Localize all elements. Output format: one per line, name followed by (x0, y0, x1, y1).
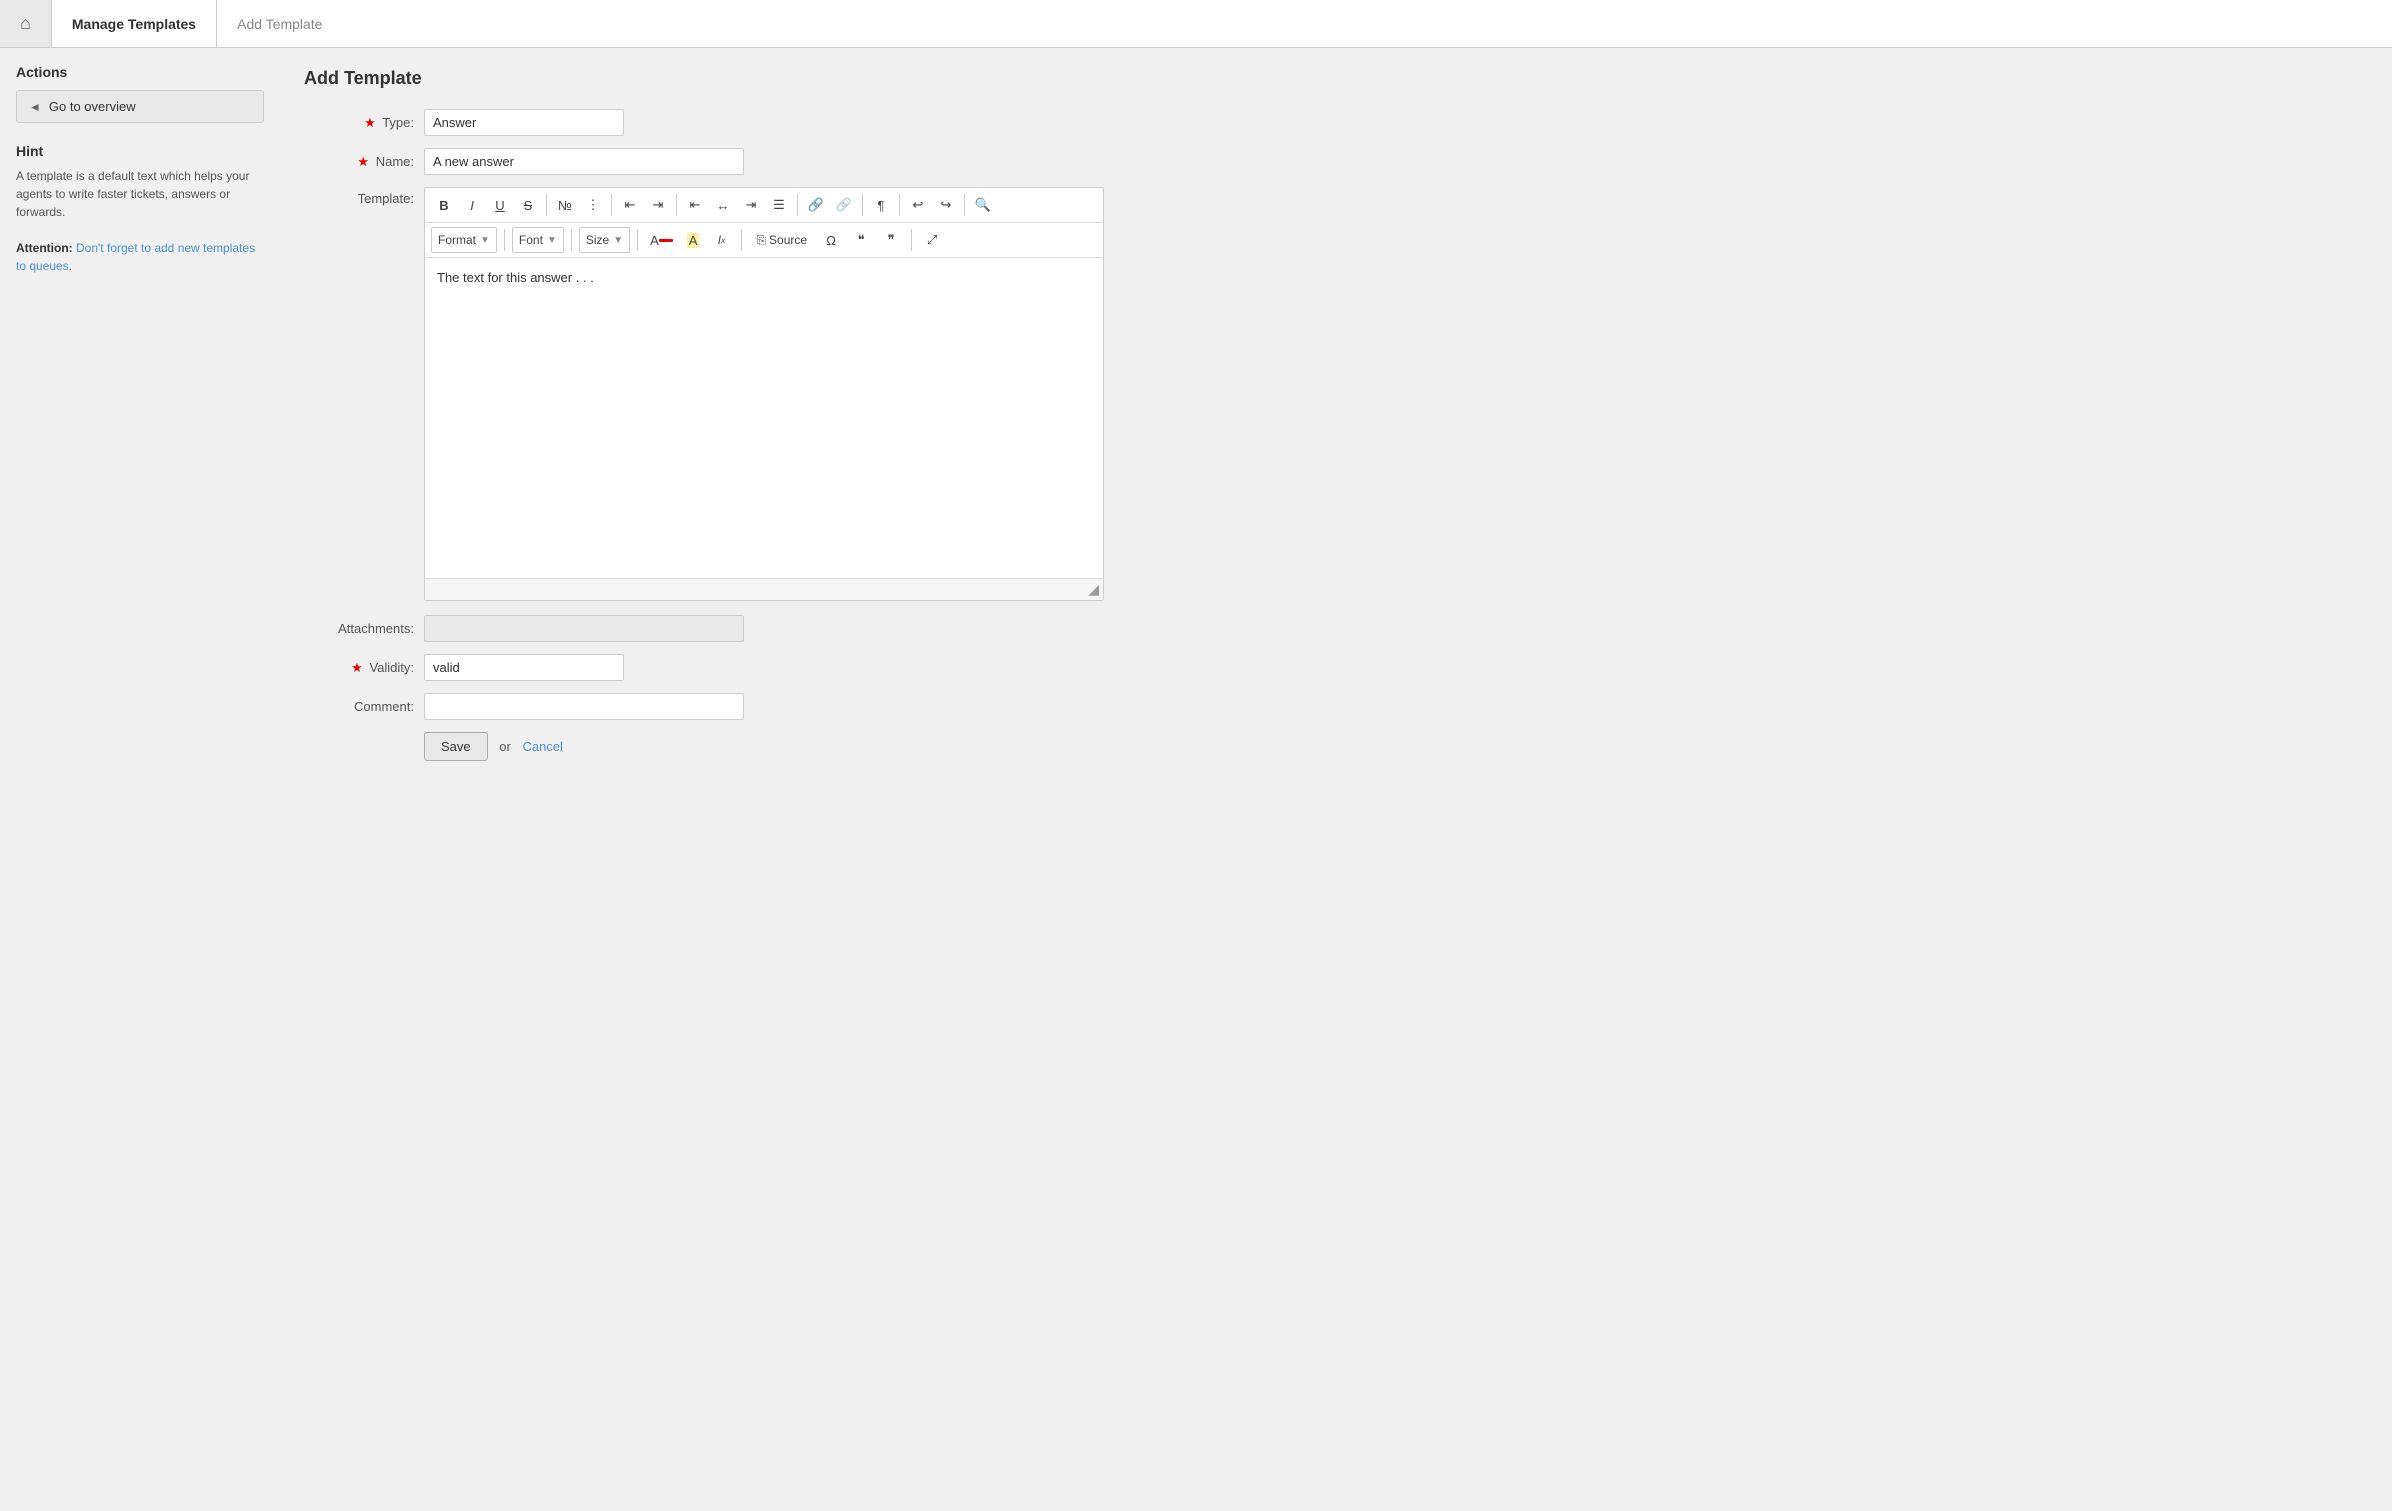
editor-container: B I U S № ⋮ ⇤ ⇥ ⇤ ↔ ⇥ ☰ 🔗 (424, 187, 1104, 601)
toolbar-sep-6 (899, 194, 900, 216)
attachments-input[interactable] (424, 615, 744, 642)
font-dropdown-arrow: ▼ (547, 235, 557, 246)
omega-button[interactable]: Ω (818, 227, 844, 253)
toolbar-sep-11 (741, 229, 742, 251)
editor-body[interactable]: The text for this answer . . . (425, 258, 1103, 578)
home-icon: ⌂ (20, 13, 31, 34)
template-row: Template: B I U S № ⋮ ⇤ ⇥ ⇤ ↔ ⇥ (304, 187, 2368, 601)
ordered-list-button[interactable]: № (552, 192, 578, 218)
name-input[interactable] (424, 148, 744, 175)
bold-button[interactable]: B (431, 192, 457, 218)
double-quote-button[interactable]: ❞ (878, 227, 904, 253)
unordered-list-button[interactable]: ⋮ (580, 192, 606, 218)
underline-button[interactable]: U (487, 192, 513, 218)
toolbar-sep-10 (637, 229, 638, 251)
form-actions: Save or Cancel (304, 732, 2368, 761)
block-button[interactable]: ¶ (868, 192, 894, 218)
type-row: ★ Type: (304, 109, 2368, 136)
sidebar: Actions ◄ Go to overview Hint A template… (0, 48, 280, 1511)
comment-input[interactable] (424, 693, 744, 720)
name-label: ★ Name: (304, 154, 424, 170)
actions-title: Actions (16, 64, 264, 80)
breadcrumb: ⌂ Manage Templates Add Template (0, 0, 2392, 48)
editor-toolbar-row2: Format ▼ Font ▼ Size ▼ A (425, 223, 1103, 258)
attachments-row: Attachments: (304, 615, 2368, 642)
toolbar-sep-3 (676, 194, 677, 216)
name-row: ★ Name: (304, 148, 2368, 175)
unlink-button[interactable]: 🔗 (831, 192, 857, 218)
clear-format-button[interactable]: Ix (708, 227, 734, 253)
attachments-label: Attachments: (304, 621, 424, 636)
manage-templates-breadcrumb[interactable]: Manage Templates (52, 0, 217, 47)
validity-row: ★ Validity: (304, 654, 2368, 681)
content-area: Add Template ★ Type: ★ Name: Template: B (280, 48, 2392, 1511)
font-color-button[interactable]: A (645, 227, 678, 253)
required-star-2: ★ (357, 154, 369, 169)
fullscreen-button[interactable]: ⤢ (919, 227, 945, 253)
undo-button[interactable]: ↩ (905, 192, 931, 218)
required-star: ★ (364, 115, 376, 130)
home-breadcrumb[interactable]: ⌂ (0, 0, 52, 47)
back-arrow-icon: ◄ (29, 100, 41, 114)
italic-button[interactable]: I (459, 192, 485, 218)
hint-text: A template is a default text which helps… (16, 167, 264, 275)
size-dropdown[interactable]: Size ▼ (579, 227, 630, 253)
editor-placeholder: The text for this answer . . . (437, 270, 1091, 285)
cancel-link[interactable]: Cancel (522, 739, 562, 754)
justify-button[interactable]: ☰ (766, 192, 792, 218)
add-template-breadcrumb: Add Template (217, 0, 342, 47)
attention-label: Attention: (16, 241, 73, 255)
format-dropdown[interactable]: Format ▼ (431, 227, 497, 253)
outdent-button[interactable]: ⇤ (617, 192, 643, 218)
template-label: Template: (304, 187, 424, 206)
quote-button[interactable]: ❝ (848, 227, 874, 253)
toolbar-sep-12 (911, 229, 912, 251)
toolbar-sep-5 (862, 194, 863, 216)
source-button[interactable]: ⎘ Source (749, 227, 814, 253)
toolbar-sep-7 (964, 194, 965, 216)
redo-button[interactable]: ↪ (933, 192, 959, 218)
strikethrough-button[interactable]: S (515, 192, 541, 218)
align-center-button[interactable]: ↔ (710, 192, 736, 218)
validity-input[interactable] (424, 654, 624, 681)
save-button[interactable]: Save (424, 732, 488, 761)
required-star-3: ★ (351, 660, 363, 675)
toolbar-sep-4 (797, 194, 798, 216)
link-button[interactable]: 🔗 (803, 192, 829, 218)
or-text: or (499, 739, 511, 754)
main-layout: Actions ◄ Go to overview Hint A template… (0, 48, 2392, 1511)
editor-resize-handle[interactable]: ◢ (425, 578, 1103, 600)
size-dropdown-arrow: ▼ (613, 235, 623, 246)
type-label: ★ Type: (304, 115, 424, 131)
type-input[interactable] (424, 109, 624, 136)
hint-box: Hint A template is a default text which … (16, 143, 264, 275)
align-right-button[interactable]: ⇥ (738, 192, 764, 218)
comment-label: Comment: (304, 699, 424, 714)
highlight-color-button[interactable]: A (682, 227, 705, 253)
font-dropdown[interactable]: Font ▼ (512, 227, 564, 253)
toolbar-sep-2 (611, 194, 612, 216)
resize-icon: ◢ (1088, 581, 1099, 598)
hint-title: Hint (16, 143, 264, 159)
toolbar-sep-9 (571, 229, 572, 251)
toolbar-sep-1 (546, 194, 547, 216)
editor-toolbar-row1: B I U S № ⋮ ⇤ ⇥ ⇤ ↔ ⇥ ☰ 🔗 (425, 188, 1103, 223)
go-to-overview-button[interactable]: ◄ Go to overview (16, 90, 264, 123)
format-dropdown-arrow: ▼ (480, 235, 490, 246)
toolbar-sep-8 (504, 229, 505, 251)
comment-row: Comment: (304, 693, 2368, 720)
source-icon: ⎘ (756, 233, 766, 248)
align-left-button[interactable]: ⇤ (682, 192, 708, 218)
page-title: Add Template (304, 68, 2368, 89)
indent-button[interactable]: ⇥ (645, 192, 671, 218)
font-color-indicator (659, 239, 673, 242)
validity-label: ★ Validity: (304, 660, 424, 676)
find-button[interactable]: 🔍 (970, 192, 996, 218)
